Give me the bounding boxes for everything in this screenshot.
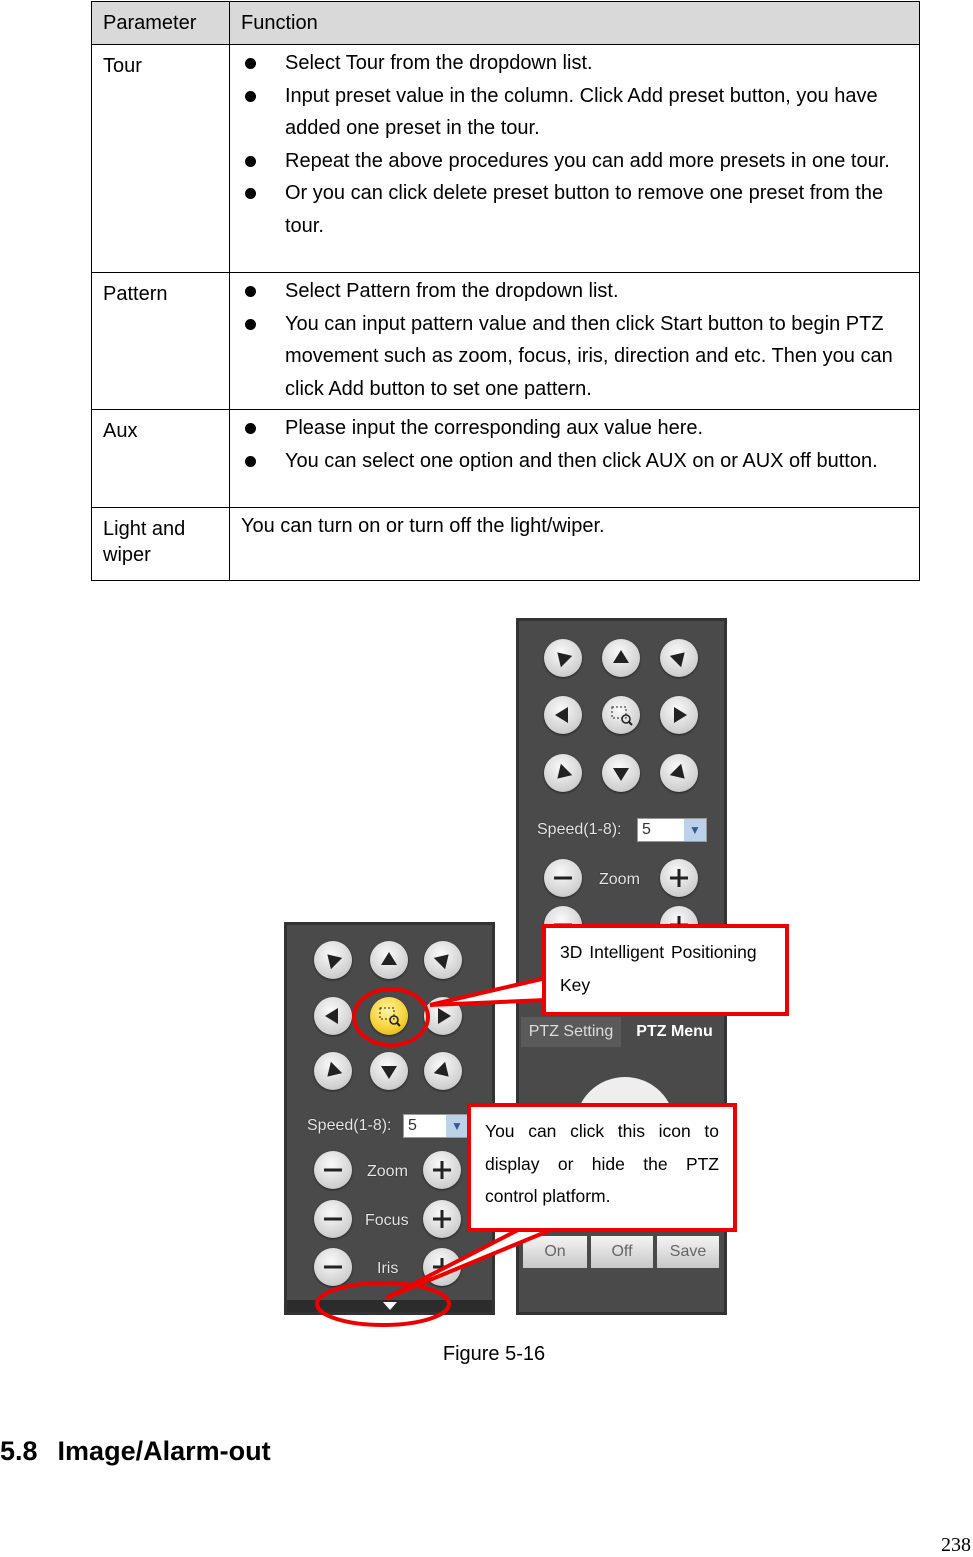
callout-3d-positioning: 3D Intelligent Positioning Key	[542, 924, 789, 1016]
section-number: 5.8	[0, 1436, 38, 1466]
section-heading: 5.8 Image/Alarm-out	[0, 1436, 271, 1467]
highlight-ring-toggle	[315, 1281, 451, 1327]
callout-pointer-3d	[429, 975, 548, 1007]
callout-toggle-platform: You can click this icon to display or hi…	[467, 1103, 737, 1232]
callout-text: You can click this icon to display or hi…	[485, 1121, 719, 1206]
highlight-ring-3d	[352, 987, 430, 1047]
callout-pointer-toggle	[385, 1227, 554, 1300]
callout-annotations	[315, 975, 554, 1327]
section-title: Image/Alarm-out	[57, 1436, 271, 1466]
callout-text: 3D Intelligent Positioning Key	[560, 942, 757, 995]
figure-caption: Figure 5-16	[442, 1343, 546, 1365]
